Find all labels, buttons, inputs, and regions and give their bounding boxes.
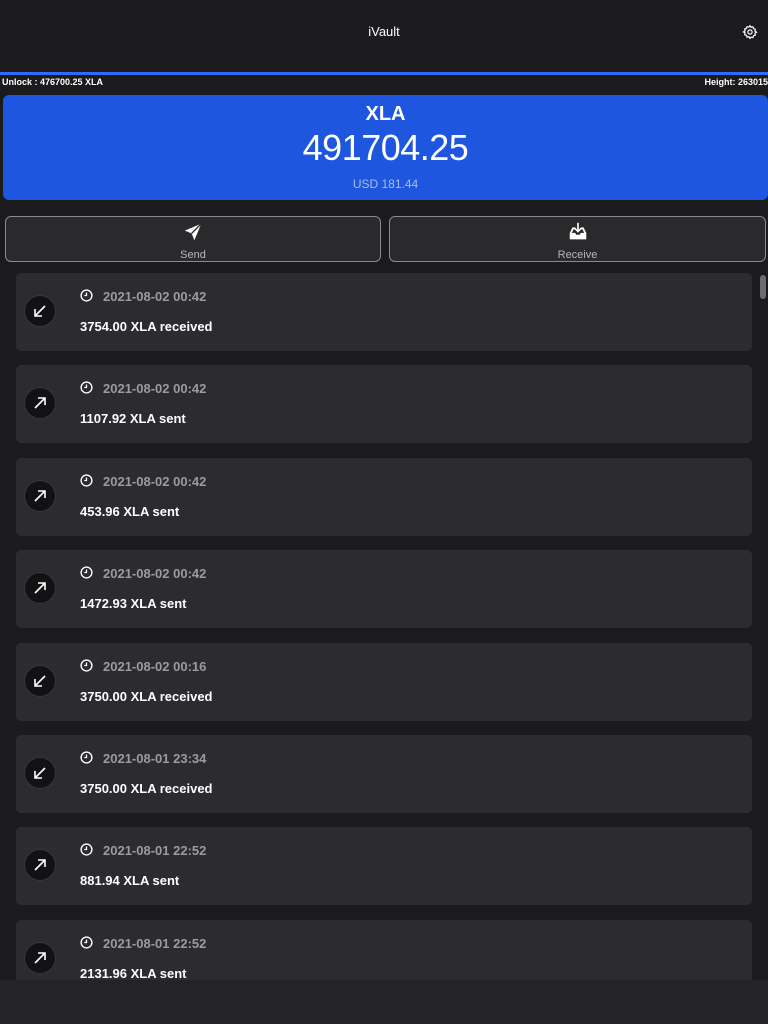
transaction-description: 2131.96 XLA sent [80,965,187,980]
paper-plane-icon [184,223,202,241]
arrow-up-right-icon [34,859,46,871]
sent-direction-badge [24,387,56,420]
arrow-up-right-icon [34,582,46,594]
send-button-label: Send [180,249,206,261]
transaction-list[interactable]: 2021-08-02 00:42 3754.00 XLA received 2021… [0,270,768,980]
clock-icon [80,474,93,487]
balance-amount: 491704.25 [302,127,469,168]
transaction-date: 2021-08-01 23:34 [103,751,207,766]
transaction-description: 3750.00 XLA received [80,688,213,704]
clock-icon [80,751,93,764]
scrollbar-thumb[interactable] [760,275,766,299]
transaction-item[interactable]: 2021-08-02 00:16 3750.00 XLA received [16,642,752,721]
received-direction-badge [24,664,56,697]
unlock-balance-text: Unlock : 476700.25 XLA [2,77,104,87]
transaction-item[interactable]: 2021-08-01 23:34 3750.00 XLA received [16,735,752,813]
received-direction-badge [24,757,56,789]
transaction-date: 2021-08-01 22:52 [103,935,207,951]
arrow-down-left-icon [34,675,46,687]
transaction-item[interactable]: 2021-08-01 22:52 2131.96 XLA sent [16,919,752,980]
clock-icon [80,289,93,302]
received-direction-badge [24,295,56,327]
sent-direction-badge [24,941,56,974]
receive-button-label: Receive [557,249,598,261]
transaction-date: 2021-08-01 22:52 [103,843,207,859]
transaction-item[interactable]: 2021-08-02 00:42 3754.00 XLA received [16,273,752,351]
transaction-item[interactable]: 2021-08-02 00:42 453.96 XLA sent [16,457,752,536]
gear-icon[interactable] [742,24,758,40]
clock-icon [80,936,93,949]
bottom-bar [0,980,768,1024]
arrow-up-right-icon [34,397,46,409]
inbox-download-icon [569,222,586,240]
window-title: iVault [368,24,400,39]
transaction-date: 2021-08-02 00:42 [103,473,207,489]
balance-ticker: XLA [365,103,406,125]
balance-fiat-value: USD 181.44 [352,177,419,191]
transaction-description: 3754.00 XLA received [80,319,213,334]
ivault-app: iVault Unlock : 476700.25 XLA Height: 26… [0,0,768,1024]
transaction-date: 2021-08-02 00:16 [103,658,207,674]
sync-status-row: Unlock : 476700.25 XLA Height: 263015 [0,76,768,90]
clock-icon [80,566,93,579]
send-button[interactable]: Send [5,216,381,262]
transaction-description: 1472.93 XLA sent [80,596,187,612]
clock-icon [80,381,93,394]
sync-progress-fill [0,72,768,75]
clock-icon [80,843,93,856]
transaction-date: 2021-08-02 00:42 [103,381,207,397]
balance-card: XLA 491704.25 USD 181.44 [3,95,768,200]
receive-button[interactable]: Receive [389,216,766,262]
sync-progress-bar [0,72,768,75]
transaction-date: 2021-08-02 00:42 [103,566,207,582]
title-bar: iVault [0,0,768,72]
transaction-date: 2021-08-02 00:42 [103,289,207,304]
transaction-description: 3750.00 XLA received [80,781,213,796]
arrow-up-right-icon [34,489,46,502]
sent-direction-badge [24,479,56,512]
block-height-text: Height: 263015 [704,77,768,87]
transaction-item[interactable]: 2021-08-02 00:42 1107.92 XLA sent [16,365,752,444]
arrow-down-left-icon [34,305,46,317]
arrow-down-left-icon [34,767,46,779]
sent-direction-badge [24,572,56,605]
transaction-description: 1107.92 XLA sent [80,411,186,427]
sent-direction-badge [24,849,56,882]
transaction-description: 453.96 XLA sent [80,503,180,519]
clock-icon [80,659,93,672]
transaction-item[interactable]: 2021-08-01 22:52 881.94 XLA sent [16,827,752,906]
transaction-item[interactable]: 2021-08-02 00:42 1472.93 XLA sent [16,550,752,629]
transaction-description: 881.94 XLA sent [80,873,180,889]
arrow-up-right-icon [34,951,46,964]
